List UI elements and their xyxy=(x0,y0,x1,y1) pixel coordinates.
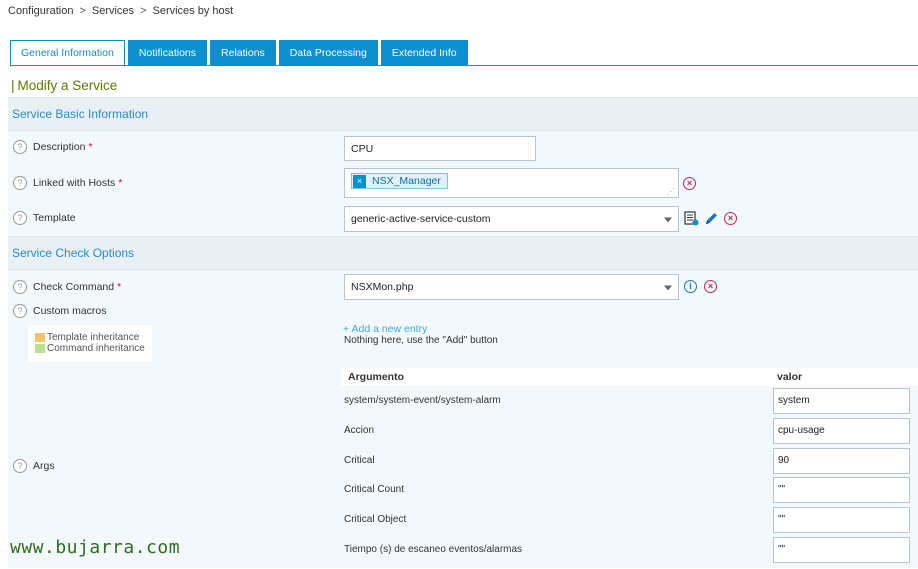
linked-hosts-multiselect[interactable]: × NSX_Manager ⋰ xyxy=(344,168,679,198)
row-description: ? Description * CPU xyxy=(8,131,918,165)
legend-command-inheritance: Command inheritance xyxy=(35,343,152,354)
required-mark: * xyxy=(88,141,93,153)
breadcrumb-separator: > xyxy=(79,5,86,17)
host-tag-nsx-manager: × NSX_Manager xyxy=(351,173,448,189)
template-label: ? Template xyxy=(13,211,76,225)
legend-command-label: Command inheritance xyxy=(47,343,145,354)
tab-notifications[interactable]: Notifications xyxy=(127,40,208,65)
add-new-entry-link[interactable]: + Add a new entry xyxy=(343,323,427,335)
arg-name: Critical xyxy=(344,455,375,466)
host-tag-label: NSX_Manager xyxy=(372,175,441,187)
breadcrumb-item-configuration[interactable]: Configuration xyxy=(8,5,73,17)
check-command-label: ? Check Command * xyxy=(13,280,121,294)
arg-name: Accion xyxy=(344,425,375,436)
arg-name: system/system-event/system-alarm xyxy=(344,395,501,406)
chevron-down-icon xyxy=(664,217,672,223)
arg-name: Critical Object xyxy=(344,514,407,525)
info-icon[interactable]: i xyxy=(684,280,697,293)
description-input[interactable]: CPU xyxy=(344,136,536,161)
legend-template-label: Template inheritance xyxy=(47,332,140,343)
help-icon[interactable]: ? xyxy=(13,304,27,318)
template-select[interactable]: generic-active-service-custom xyxy=(344,206,679,232)
linked-hosts-label: ? Linked with Hosts * xyxy=(13,176,122,190)
clear-check-command-icon[interactable]: × xyxy=(704,280,717,293)
tab-bar: General Information Notifications Relati… xyxy=(10,40,471,67)
resize-handle-icon[interactable]: ⋰ xyxy=(667,187,675,196)
row-linked-hosts: ? Linked with Hosts * × NSX_Manager ⋰ × xyxy=(8,165,918,201)
pencil-icon[interactable] xyxy=(704,211,719,226)
legend-swatch-template xyxy=(35,333,45,342)
check-command-label-text: Check Command xyxy=(33,281,115,293)
page-title: | Modify a Service xyxy=(11,78,118,93)
breadcrumb-item-services-by-host[interactable]: Services by host xyxy=(153,5,234,17)
legend-template-inheritance: Template inheritance xyxy=(35,332,152,343)
arg-value-input[interactable]: system xyxy=(773,388,910,414)
args-label-text: Args xyxy=(33,460,55,472)
help-icon[interactable]: ? xyxy=(13,140,27,154)
args-header-argument: Argumento xyxy=(348,371,404,383)
template-details-icon[interactable] xyxy=(684,211,699,226)
tab-data-processing[interactable]: Data Processing xyxy=(278,40,378,65)
custom-macros-label: ? Custom macros xyxy=(13,304,107,318)
watermark: www.bujarra.com xyxy=(10,537,181,558)
tab-relations[interactable]: Relations xyxy=(210,40,276,65)
table-row: Tiempo (s) de escaneo eventos/alarmas "" xyxy=(341,535,918,565)
arg-value-input[interactable]: cpu-usage xyxy=(773,418,910,444)
macros-empty-text: Nothing here, use the "Add" button xyxy=(344,335,498,346)
page-title-text: Modify a Service xyxy=(17,78,118,93)
custom-macros-label-text: Custom macros xyxy=(33,305,107,317)
legend-swatch-command xyxy=(35,344,45,353)
table-row: Critical Count "" xyxy=(341,475,918,505)
table-row: Critical Object "" xyxy=(341,505,918,535)
tag-remove-icon[interactable]: × xyxy=(353,174,366,188)
table-row: system/system-event/system-alarm system xyxy=(341,386,918,416)
row-check-command: ? Check Command * NSXMon.php i × xyxy=(8,270,918,303)
arg-value-input[interactable]: "" xyxy=(773,477,910,503)
chevron-down-icon xyxy=(664,285,672,291)
clear-hosts-icon[interactable]: × xyxy=(683,177,696,190)
table-row: Accion cpu-usage xyxy=(341,416,918,446)
template-select-value: generic-active-service-custom xyxy=(351,213,491,225)
required-mark: * xyxy=(117,281,122,293)
arg-value-input[interactable]: "" xyxy=(773,507,910,533)
section-header-basic: Service Basic Information xyxy=(8,97,918,131)
breadcrumb-item-services[interactable]: Services xyxy=(92,5,134,17)
description-label-text: Description xyxy=(33,141,86,153)
help-icon[interactable]: ? xyxy=(13,280,27,294)
arg-name: Tiempo (s) de escaneo eventos/alarmas xyxy=(344,544,523,555)
args-header-row xyxy=(341,368,918,386)
breadcrumb: Configuration > Services > Services by host xyxy=(8,5,233,17)
clear-template-icon[interactable]: × xyxy=(724,212,737,225)
arg-value-input[interactable]: "" xyxy=(773,537,910,563)
tab-extended-info[interactable]: Extended Info xyxy=(380,40,468,65)
help-icon[interactable]: ? xyxy=(13,176,27,190)
row-template: ? Template generic-active-service-custom… xyxy=(8,201,918,236)
args-header-value: valor xyxy=(777,371,803,383)
check-command-select[interactable]: NSXMon.php xyxy=(344,274,679,300)
breadcrumb-separator: > xyxy=(140,5,147,17)
section-header-check: Service Check Options xyxy=(8,236,918,270)
args-label: ? Args xyxy=(13,459,55,473)
arg-name: Critical Count xyxy=(344,484,405,495)
tab-underline xyxy=(10,65,918,66)
template-label-text: Template xyxy=(33,212,76,224)
required-mark: * xyxy=(118,177,123,189)
tab-general-information[interactable]: General Information xyxy=(10,40,125,67)
table-row: Critical 90 xyxy=(341,446,918,476)
help-icon[interactable]: ? xyxy=(13,459,27,473)
check-command-select-value: NSXMon.php xyxy=(351,281,414,293)
inheritance-legend: Template inheritance Command inheritance xyxy=(28,325,152,362)
linked-hosts-label-text: Linked with Hosts xyxy=(33,177,116,189)
arg-value-input[interactable]: 90 xyxy=(773,448,910,474)
description-label: ? Description * xyxy=(13,140,93,154)
help-icon[interactable]: ? xyxy=(13,211,27,225)
